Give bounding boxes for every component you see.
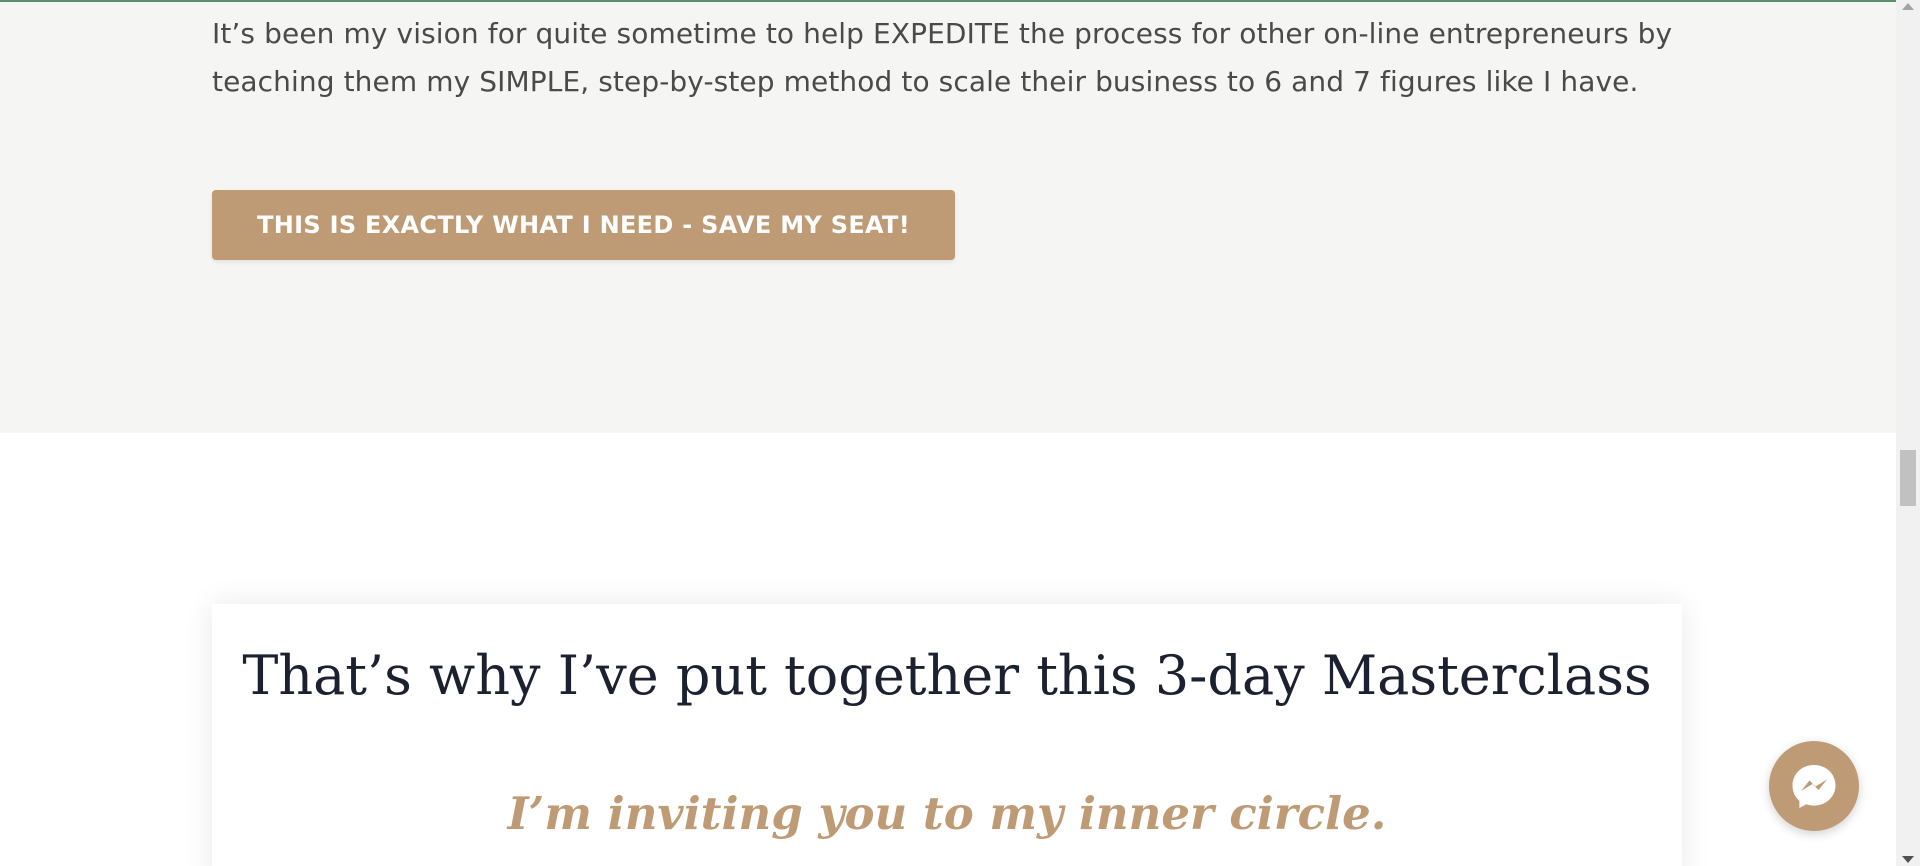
masterclass-subheading: I’m inviting you to my inner circle. (507, 787, 1387, 840)
scroll-up-arrow-icon[interactable] (1902, 3, 1914, 10)
masterclass-card: That’s why I’ve put together this 3-day … (212, 604, 1682, 866)
scrollbar[interactable] (1896, 0, 1920, 866)
intro-paragraph: It’s been my vision for quite sometime t… (212, 17, 1673, 98)
scroll-down-arrow-icon[interactable] (1902, 856, 1914, 863)
messenger-icon (1792, 765, 1836, 808)
intro-section: It’s been my vision for quite sometime t… (0, 0, 1896, 433)
scroll-thumb[interactable] (1900, 450, 1916, 506)
save-my-seat-button[interactable]: THIS IS EXACTLY WHAT I NEED - SAVE MY SE… (212, 190, 955, 260)
messenger-chat-button[interactable] (1769, 741, 1859, 831)
top-border (0, 0, 1896, 2)
masterclass-heading: That’s why I’ve put together this 3-day … (242, 644, 1652, 707)
